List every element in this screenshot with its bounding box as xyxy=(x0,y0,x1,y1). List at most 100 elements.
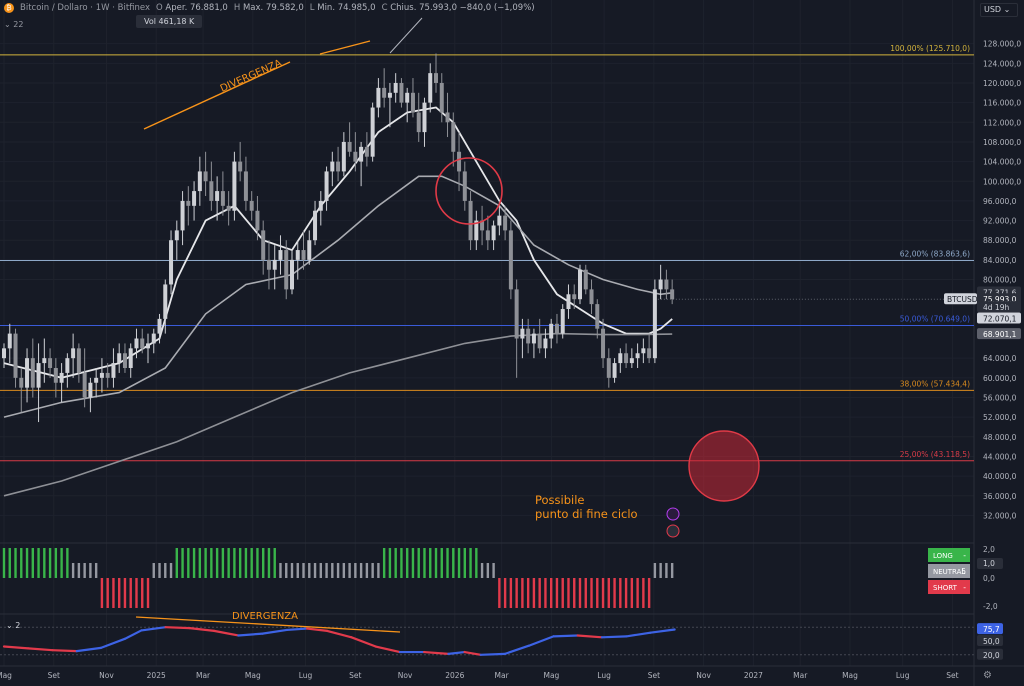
signal-legend-value: - xyxy=(963,583,966,592)
candle-body xyxy=(399,82,404,103)
target-circle xyxy=(688,430,760,502)
signal-bar xyxy=(204,548,207,578)
osc-segment xyxy=(212,629,240,637)
signal-bar xyxy=(112,578,115,608)
signal-bar xyxy=(521,578,524,608)
signal-bar xyxy=(25,548,29,578)
time-tick-label: Mar xyxy=(793,671,808,680)
candle-body xyxy=(220,191,225,206)
candle-body xyxy=(497,215,502,226)
candle-body xyxy=(324,171,329,201)
price-tick-label: 92.000,0 xyxy=(983,217,1017,226)
signal-bar xyxy=(561,578,564,608)
cycle-note-line1: Possibile xyxy=(535,493,585,507)
price-tick-label: 100.000,0 xyxy=(983,177,1021,186)
candle-body xyxy=(99,372,104,378)
osc-price-label: 50,0 xyxy=(983,637,1000,646)
time-tick-label: Mar xyxy=(495,671,510,680)
price-tick-label: 96.000,0 xyxy=(983,197,1017,206)
settings-gear-icon[interactable]: ⚙ xyxy=(983,670,992,681)
time-tick-label: Lug xyxy=(597,671,611,680)
fib-label: 62,00% (83.863,6) xyxy=(900,250,970,259)
candle-body xyxy=(572,294,577,300)
osc-segment xyxy=(305,627,329,632)
price-tag-label: 72.070,1 xyxy=(983,315,1017,324)
signal-tick-label: 0,0 xyxy=(983,574,995,583)
candle-body xyxy=(301,250,306,260)
signal-bar xyxy=(169,563,173,578)
time-tick-label: Nov xyxy=(398,671,413,680)
candle-body xyxy=(330,161,335,172)
candle-body xyxy=(359,146,364,162)
signal-bar xyxy=(313,563,317,578)
signal-bar xyxy=(642,578,645,608)
signal-bar xyxy=(630,578,634,608)
signal-tick-label: 2,0 xyxy=(983,545,995,554)
signal-bar xyxy=(486,563,490,578)
symbol-pair[interactable]: Bitcoin / Dollaro · 1W · Bitfinex xyxy=(20,3,150,13)
signal-bar xyxy=(187,548,190,578)
osc-segment xyxy=(503,644,531,655)
candle-body xyxy=(526,328,531,344)
price-tick-label: 64.000,0 xyxy=(983,354,1017,363)
bitcoin-weekly-chart[interactable]: 100,00% (125.710,0)62,00% (83.863,6)50,0… xyxy=(0,0,1024,686)
candle-body xyxy=(445,112,450,123)
candle-body xyxy=(117,353,122,364)
osc-divergence-label: DIVERGENZA xyxy=(232,611,298,622)
signal-bar xyxy=(526,578,530,608)
candle-body xyxy=(163,284,168,319)
signal-bar xyxy=(256,548,259,578)
time-tick-label: Mag xyxy=(245,671,261,680)
indicator-collapse-toggle[interactable]: ⌄ 22 xyxy=(4,20,23,29)
candle-body xyxy=(635,353,640,359)
candle-body xyxy=(295,250,300,260)
signal-bar xyxy=(152,563,155,578)
candle-body xyxy=(94,377,99,383)
signal-bar xyxy=(417,548,420,578)
candle-body xyxy=(278,250,283,260)
candle-body xyxy=(554,323,559,334)
event-flash-icon xyxy=(666,507,680,521)
price-tag-label: 68.901,1 xyxy=(983,330,1017,339)
time-tick-label: Nov xyxy=(696,671,711,680)
time-tick-label: Nov xyxy=(99,671,114,680)
oscillator-collapse-toggle[interactable]: ⌄ 2 xyxy=(6,621,20,630)
candle-body xyxy=(249,200,254,211)
candle-body xyxy=(624,353,629,364)
signal-bar xyxy=(359,563,363,578)
signal-bar xyxy=(550,578,553,608)
signal-bar xyxy=(279,563,282,578)
candle-body xyxy=(612,363,617,378)
candle-body xyxy=(134,338,139,349)
currency-selector[interactable]: USD ⌄ xyxy=(980,3,1018,17)
candle-body xyxy=(25,358,30,388)
signal-bar xyxy=(14,548,17,578)
signal-bar xyxy=(290,563,294,578)
signal-bar xyxy=(37,548,40,578)
signal-bar xyxy=(647,578,651,608)
price-tick-label: 36.000,0 xyxy=(983,492,1017,501)
signal-bar xyxy=(475,548,478,578)
candle-body xyxy=(284,250,289,290)
candle-body xyxy=(261,230,266,260)
candle-body xyxy=(393,82,398,93)
price-axis[interactable]: 128.000,0 124.000,0 120.000,0 116.000,0 112.… xyxy=(944,40,1021,521)
candle-body xyxy=(595,304,600,329)
candle-body xyxy=(53,368,58,383)
signal-bar xyxy=(377,563,380,578)
candle-body xyxy=(629,358,634,364)
signal-bar xyxy=(400,548,403,578)
candle-body xyxy=(468,200,473,241)
ohlc-high: H Max. 79.582,0 xyxy=(233,3,304,13)
price-tick-label: 124.000,0 xyxy=(983,59,1021,68)
candle-body xyxy=(462,171,467,201)
signal-bar xyxy=(382,548,386,578)
price-tick-label: 104.000,0 xyxy=(983,158,1021,167)
time-axis[interactable]: Mag Set Nov 2025 Mar Mag Lug Set Nov 2026 Mar Mag Lu… xyxy=(0,671,959,680)
candle-body xyxy=(520,328,525,339)
candle-body xyxy=(186,200,191,206)
signal-bar xyxy=(175,548,178,578)
candle-body xyxy=(503,215,508,231)
signal-bar xyxy=(238,548,242,578)
signal-bar xyxy=(601,578,605,608)
